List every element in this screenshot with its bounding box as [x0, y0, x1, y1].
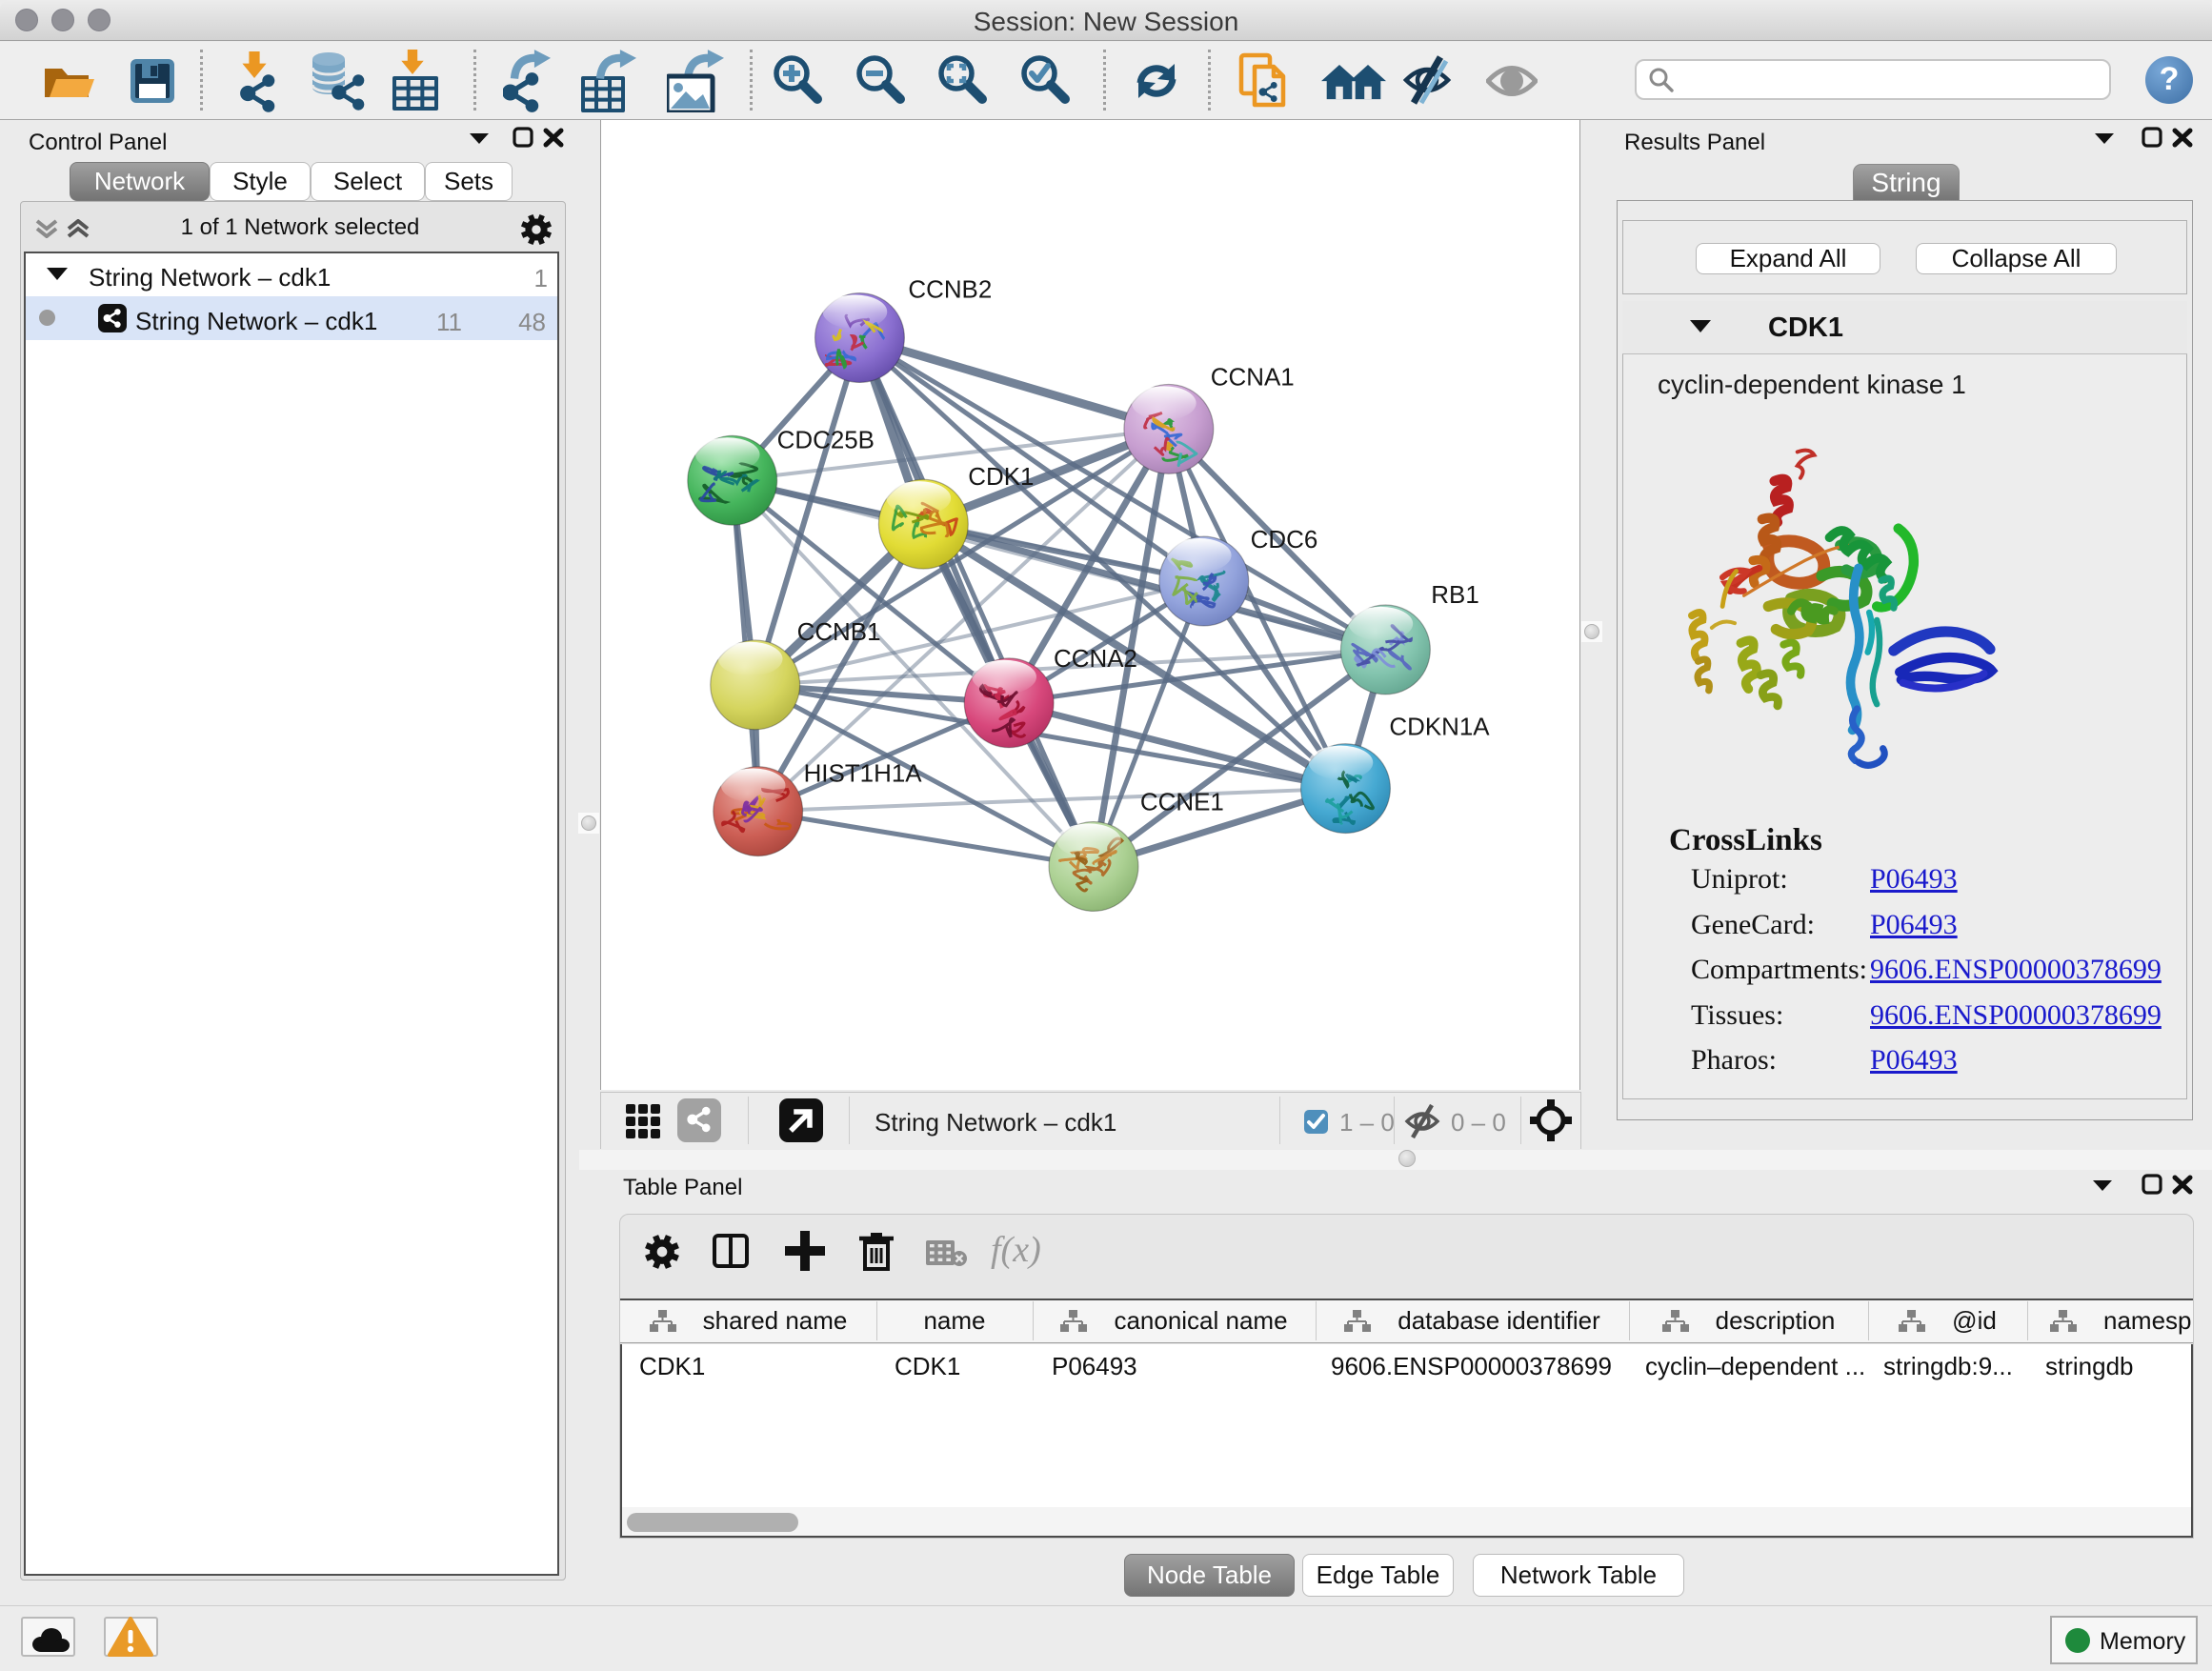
svg-text:CDC6: CDC6 [1251, 527, 1318, 554]
svg-text:HIST1H1A: HIST1H1A [804, 761, 923, 788]
svg-text:CDC25B: CDC25B [777, 427, 875, 453]
svg-text:CDK1: CDK1 [968, 464, 1034, 491]
svg-text:CCNB1: CCNB1 [797, 619, 881, 646]
svg-text:CCNE1: CCNE1 [1140, 790, 1224, 816]
svg-text:RB1: RB1 [1431, 582, 1478, 609]
svg-text:CCNA1: CCNA1 [1211, 364, 1295, 391]
svg-text:CDKN1A: CDKN1A [1389, 715, 1490, 741]
svg-text:CCNA2: CCNA2 [1054, 646, 1137, 673]
svg-text:CCNB2: CCNB2 [908, 277, 992, 304]
